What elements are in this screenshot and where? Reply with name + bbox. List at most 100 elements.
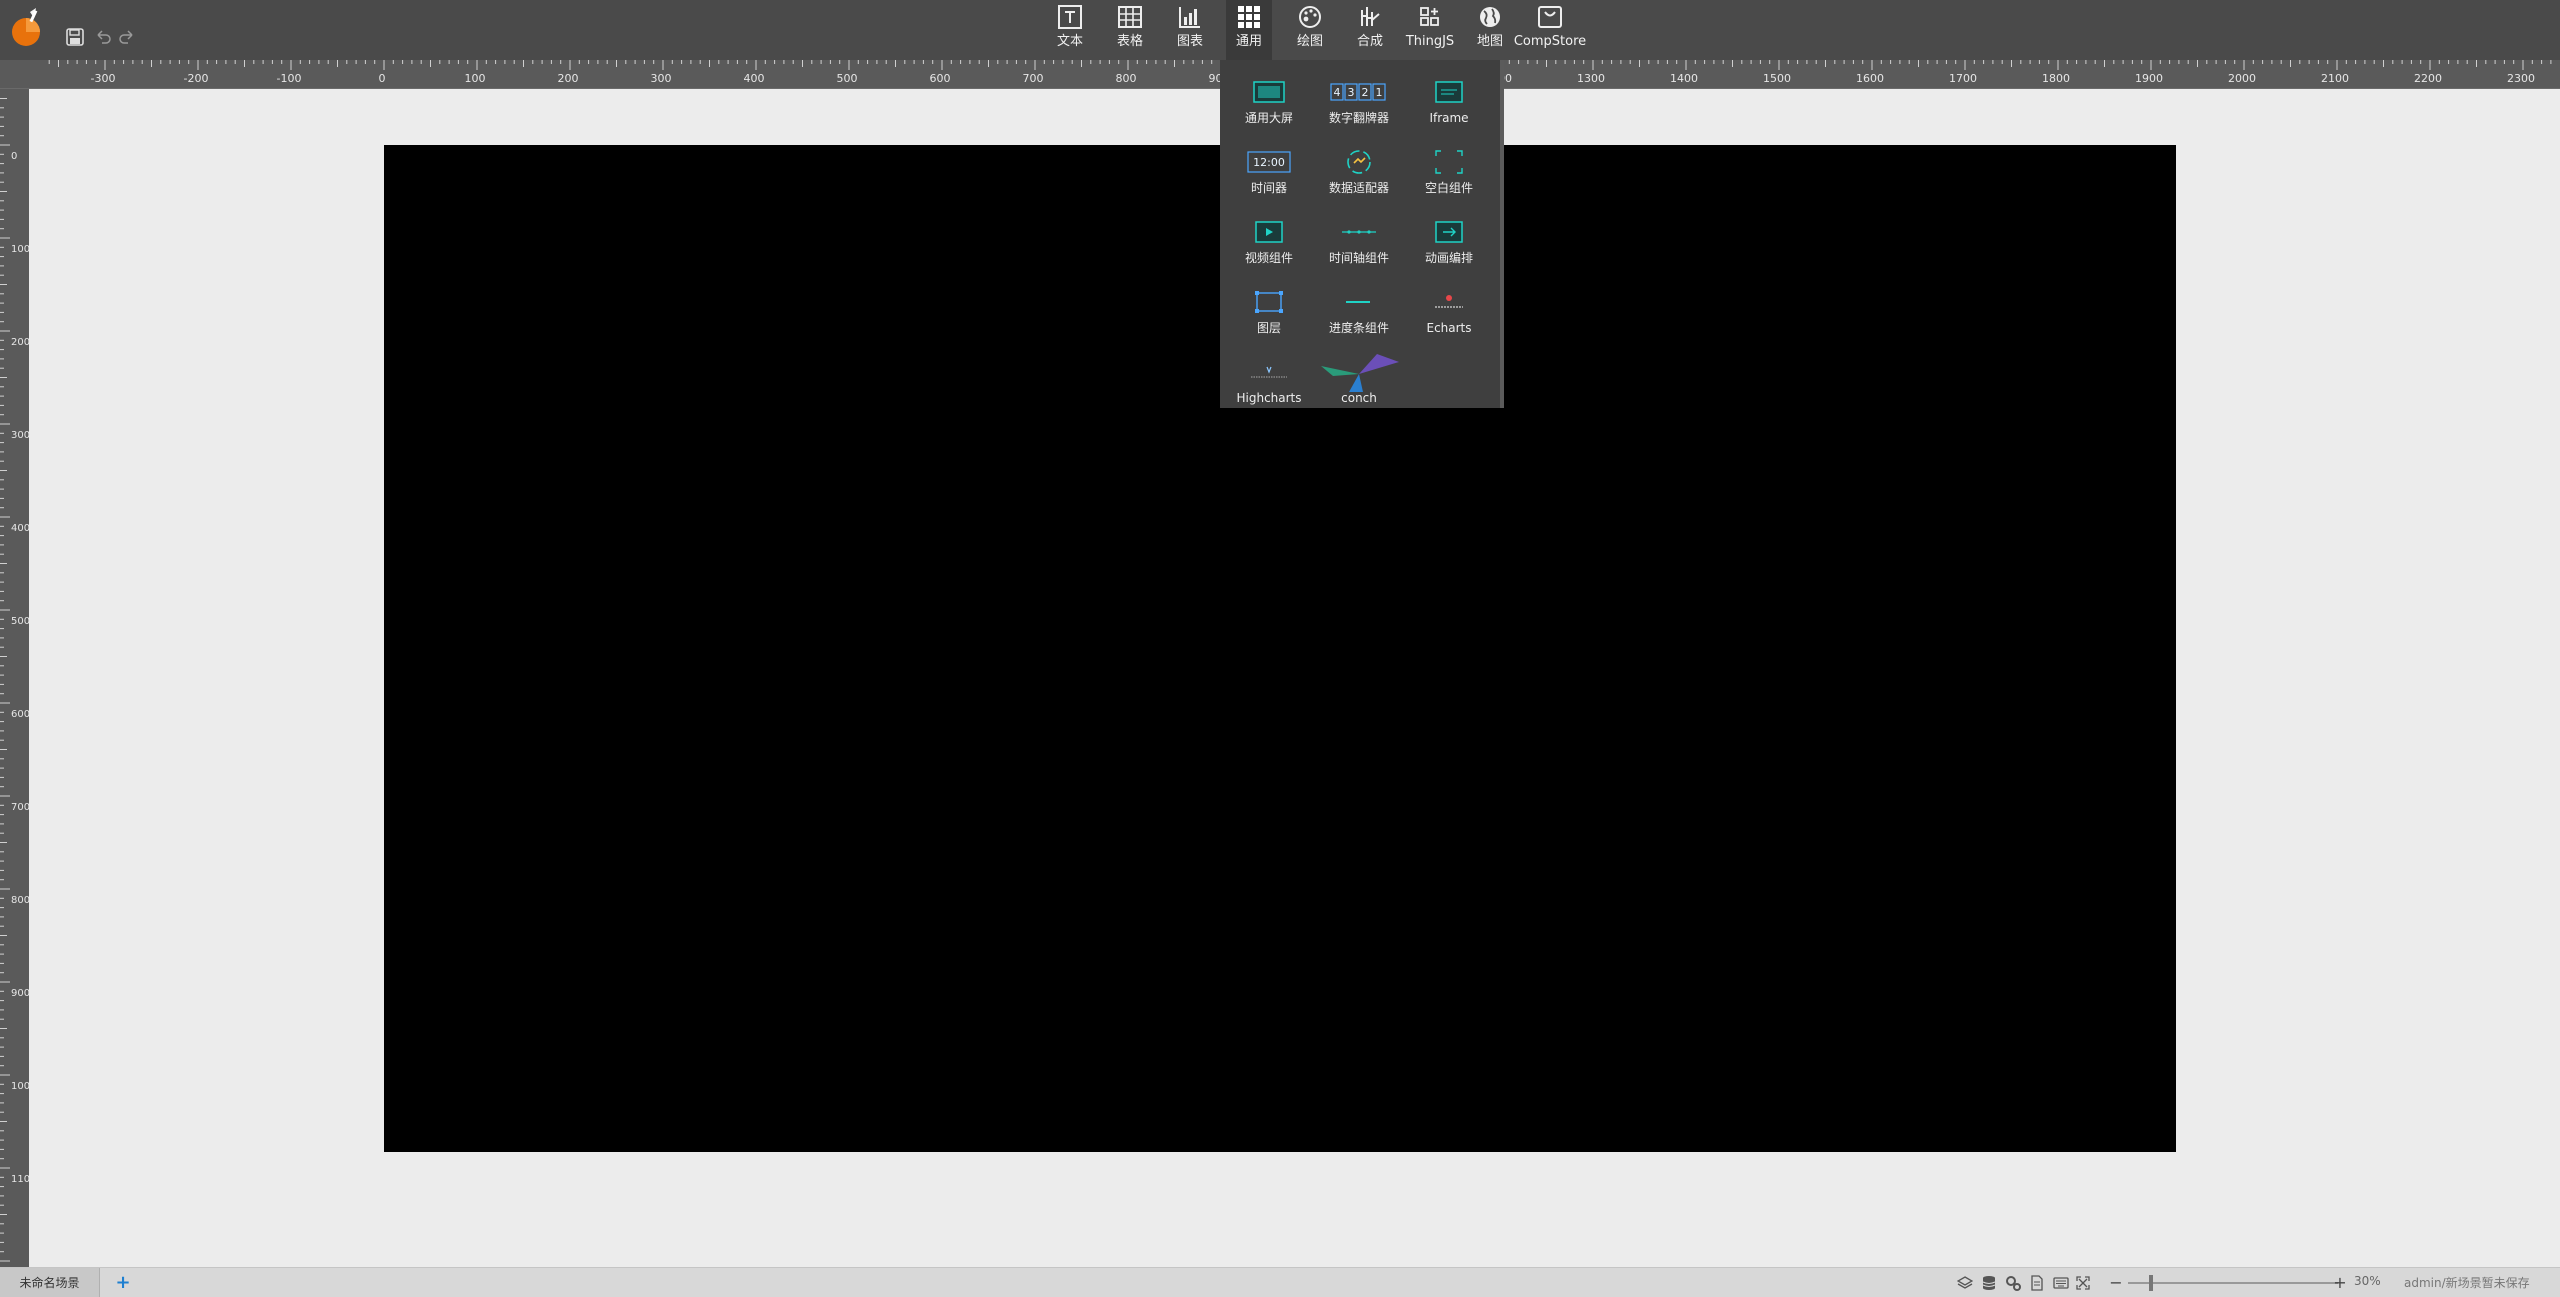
grid-icon [1237, 0, 1261, 34]
component-conch[interactable]: conch [1314, 348, 1404, 418]
timer-text: 12:00 [1253, 156, 1285, 169]
component-blank[interactable]: 空白组件 [1404, 138, 1494, 208]
zoom-slider-thumb[interactable] [2149, 1275, 2153, 1291]
compose-icon [1357, 0, 1383, 34]
zoom-out-button[interactable]: − [2108, 1272, 2124, 1292]
component-general-screen[interactable]: 通用大屏 [1224, 68, 1314, 138]
text-icon [1057, 0, 1083, 34]
component-iframe[interactable]: Iframe [1404, 68, 1494, 138]
component-echarts[interactable]: Echarts [1404, 278, 1494, 348]
add-scene-button[interactable]: + [112, 1271, 134, 1293]
ruler-label: 100 [465, 72, 486, 85]
database-icon[interactable] [1980, 1274, 1998, 1292]
component-label: conch [1341, 391, 1377, 405]
app-logo [10, 8, 46, 48]
blank-icon [1404, 144, 1494, 180]
ruler-label: 0 [11, 151, 17, 162]
component-animation[interactable]: 动画编排 [1404, 208, 1494, 278]
digit-text: 1 [1376, 86, 1383, 99]
screen-icon [1224, 74, 1314, 110]
component-video[interactable]: 视频组件 [1224, 208, 1314, 278]
component-label: 图层 [1256, 321, 1281, 335]
nav-draw-label: 绘图 [1296, 34, 1323, 49]
digit-text: 2 [1362, 86, 1369, 99]
ruler-label: 400 [11, 523, 29, 534]
animation-icon [1404, 214, 1494, 250]
ruler-label: 2300 [2507, 72, 2535, 85]
nav-thingjs[interactable]: ThingJS [1404, 0, 1456, 60]
globe-icon [1478, 0, 1502, 34]
ruler-label: 800 [11, 895, 29, 906]
nav-chart-label: 图表 [1176, 34, 1203, 49]
ruler-label: 200 [558, 72, 579, 85]
ruler-label: 1900 [2135, 72, 2163, 85]
component-data-adapter[interactable]: 数据适配器 [1314, 138, 1404, 208]
nav-thingjs-label: ThingJS [1405, 34, 1455, 49]
nav-compose[interactable]: 合成 [1350, 0, 1390, 60]
digit-text: 4 [1334, 86, 1341, 99]
ruler-label: 1300 [1577, 72, 1605, 85]
clock-icon: 12:00 [1224, 144, 1314, 180]
component-label: 数字翻牌器 [1328, 111, 1389, 125]
component-digit-flipper[interactable]: 4 3 2 1 数字翻牌器 [1314, 68, 1404, 138]
ruler-label: 300 [11, 430, 29, 441]
save-icon [66, 28, 84, 46]
ruler-label: 700 [11, 802, 29, 813]
ruler-label: 1700 [1949, 72, 1977, 85]
ruler-label: 300 [651, 72, 672, 85]
conch-icon [1314, 354, 1404, 392]
file-icon[interactable] [2028, 1274, 2046, 1292]
settings-icon[interactable] [2004, 1274, 2022, 1292]
thingjs-icon [1418, 0, 1442, 34]
redo-button[interactable] [116, 26, 138, 48]
ruler-label: -200 [184, 72, 209, 85]
ruler-label: 1800 [2042, 72, 2070, 85]
echarts-icon [1404, 284, 1494, 320]
data-adapter-icon [1314, 144, 1404, 180]
ruler-label: 1500 [1763, 72, 1791, 85]
zoom-in-button[interactable]: + [2332, 1272, 2348, 1292]
nav-chart[interactable]: 图表 [1170, 0, 1210, 60]
fullscreen-icon[interactable] [2074, 1274, 2092, 1292]
nav-map[interactable]: 地图 [1470, 0, 1510, 60]
component-highcharts[interactable]: Highcharts [1224, 348, 1314, 418]
component-progress[interactable]: 进度条组件 [1314, 278, 1404, 348]
layers-icon[interactable] [1956, 1274, 1974, 1292]
nav-compose-label: 合成 [1356, 34, 1383, 49]
nav-table[interactable]: 表格 [1110, 0, 1150, 60]
component-label: Echarts [1426, 321, 1472, 335]
keyboard-icon[interactable] [2052, 1274, 2070, 1292]
top-toolbar: 文本 表格 图表 通用 绘图 合成 ThingJS 地图 CompStore [0, 0, 2560, 60]
zoom-slider-track[interactable] [2128, 1282, 2338, 1284]
component-label: 通用大屏 [1244, 111, 1293, 125]
nav-text[interactable]: 文本 [1050, 0, 1090, 60]
nav-general[interactable]: 通用 [1226, 0, 1272, 60]
ruler-label: 1400 [1670, 72, 1698, 85]
save-button[interactable] [64, 26, 86, 48]
ruler-label: 1000 [11, 1081, 29, 1092]
component-layer[interactable]: 图层 [1224, 278, 1314, 348]
progress-icon [1314, 284, 1404, 320]
chart-icon [1177, 0, 1203, 34]
nav-compstore[interactable]: CompStore [1514, 0, 1586, 60]
nav-general-label: 通用 [1235, 34, 1262, 49]
ruler-label: -300 [91, 72, 116, 85]
ruler-label: 900 [11, 988, 29, 999]
ruler-label: 400 [744, 72, 765, 85]
nav-draw[interactable]: 绘图 [1290, 0, 1330, 60]
component-label: 进度条组件 [1328, 321, 1389, 335]
undo-button[interactable] [92, 26, 114, 48]
component-timeline[interactable]: 时间轴组件 [1314, 208, 1404, 278]
scene-tab[interactable]: 未命名场景 [0, 1268, 100, 1297]
ruler-label: 800 [1116, 72, 1137, 85]
ruler-label: 500 [837, 72, 858, 85]
component-timer[interactable]: 12:00 时间器 [1224, 138, 1314, 208]
ruler-label: 2100 [2321, 72, 2349, 85]
component-label: 时间器 [1250, 181, 1287, 195]
ruler-label: -100 [277, 72, 302, 85]
bottom-status-bar: 未命名场景 + − + 30% admin/新场景暂未保存 [0, 1267, 2560, 1297]
component-label: Iframe [1429, 111, 1469, 125]
video-icon [1224, 214, 1314, 250]
vertical-ruler: 0100200300400500600700800900100011001200 [0, 89, 29, 1267]
ruler-label: 200 [11, 337, 29, 348]
